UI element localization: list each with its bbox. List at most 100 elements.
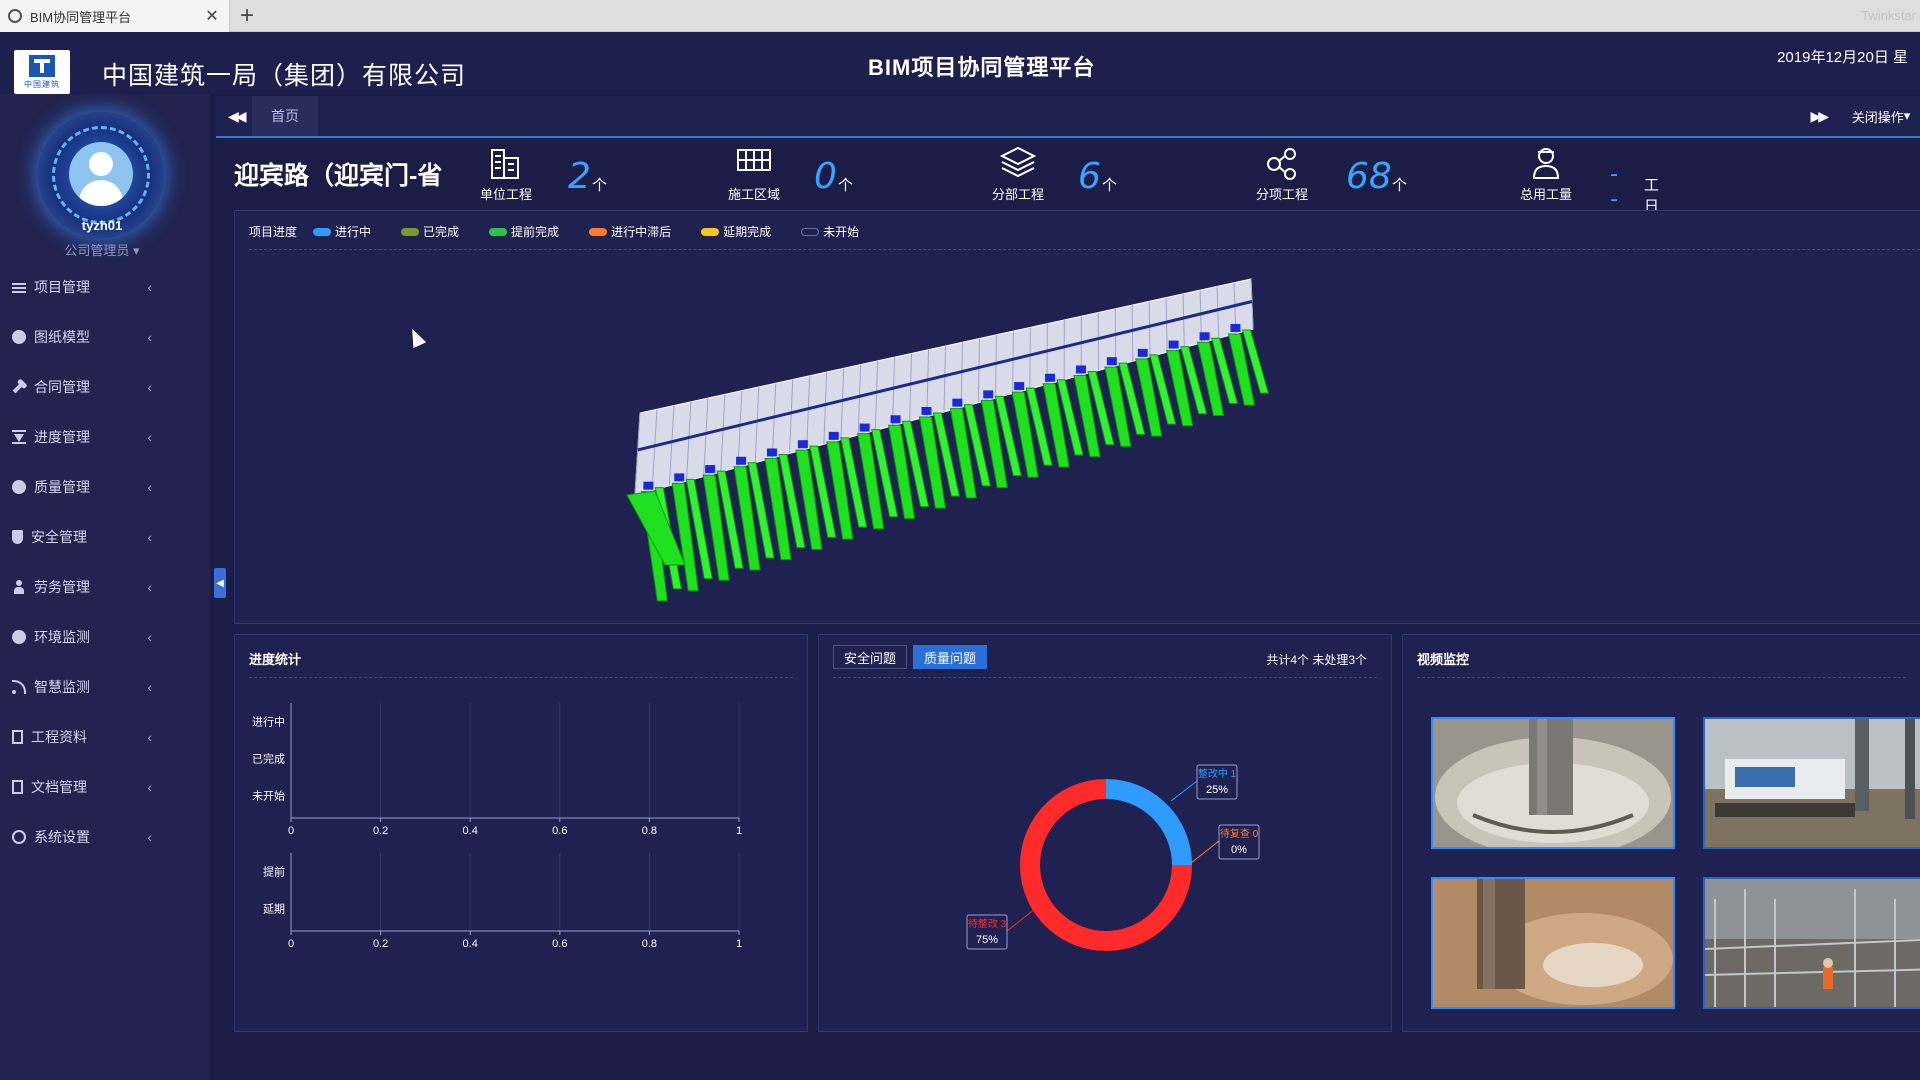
bim-model-panel[interactable]: 项目进度 进行中 已完成 提前完成 进行中滞后 延期完成 未开始	[234, 210, 1920, 624]
close-operations-label: 关闭操作	[1851, 109, 1904, 125]
gear-icon	[12, 480, 26, 494]
issue-tabs: 安全问题 质量问题	[833, 645, 993, 669]
sidebar-item-labor[interactable]: 劳务管理 ‹	[0, 562, 210, 612]
shield-icon	[12, 530, 23, 544]
x-tick-label: 0.6	[552, 938, 567, 950]
video-feed-4[interactable]	[1703, 877, 1920, 1009]
chevron-left-icon: ‹	[147, 379, 152, 395]
x-tick-label: 0.6	[552, 825, 567, 835]
page-tabbar: ◀◀ 首页 ▶▶ 关闭操作 ▾	[216, 96, 1920, 138]
sidebar-item-documents[interactable]: 文档管理 ‹	[0, 762, 210, 812]
sidebar-item-environment[interactable]: 环境监测 ‹	[0, 612, 210, 662]
progress-stats-panel: 进度统计 0 0.2 0.4 0.6 0.8 1 进行中 已完成 未开始 0 0.2 0.4 0.6 0…	[234, 634, 808, 1032]
scroll-right-icon[interactable]: ▶▶	[1810, 108, 1828, 125]
tab-home[interactable]: 首页	[252, 96, 318, 136]
stat-label: 分项工程	[1255, 187, 1308, 202]
pier-cap	[952, 398, 963, 407]
rss-icon	[12, 680, 26, 694]
x-tick-label: 0.4	[463, 825, 478, 835]
worker-icon	[1532, 148, 1560, 179]
sidebar-item-project[interactable]: 项目管理 ‹	[0, 262, 210, 312]
pier-cap	[828, 431, 839, 440]
caret-left-icon: ◀	[216, 577, 224, 589]
x-tick-label: 0.4	[463, 938, 478, 950]
sidebar-item-label: 工程资料	[31, 729, 87, 745]
caret-down-icon: ▾	[1903, 108, 1911, 123]
document-icon	[12, 780, 23, 794]
close-operations-dropdown[interactable]: 关闭操作 ▾	[1842, 96, 1920, 136]
chevron-left-icon: ‹	[147, 829, 152, 845]
cube-icon	[12, 330, 26, 344]
browser-tab[interactable]: BIM协同管理平台 ✕	[0, 0, 230, 32]
sidebar-item-label: 合同管理	[34, 379, 90, 395]
sidebar-collapse-handle[interactable]: ◀	[214, 568, 226, 598]
pier-cap	[1045, 373, 1056, 382]
browser-brand: Twinkstar	[1861, 8, 1916, 23]
stat-value: 6	[1078, 156, 1101, 197]
issue-summary: 共计4个 未处理3个	[1266, 653, 1367, 667]
tab-quality-issues[interactable]: 质量问题	[913, 645, 988, 669]
sidebar-item-label: 劳务管理	[34, 579, 90, 595]
stat-unit: 个	[838, 177, 854, 194]
x-tick-label: 0	[288, 938, 294, 950]
sidebar-item-contract[interactable]: 合同管理 ‹	[0, 362, 210, 412]
globe-icon	[12, 630, 26, 644]
chevron-left-icon: ‹	[147, 679, 152, 695]
video-feed-1[interactable]	[1431, 717, 1675, 849]
x-tick-label: 1	[736, 825, 742, 835]
pier-cap	[890, 415, 901, 424]
pile-drilling-thumbnail	[1433, 719, 1673, 847]
casing-pile-thumbnail	[1433, 879, 1673, 1007]
progress-status-chart: 0 0.2 0.4 0.6 0.8 1 进行中已完成未开始	[252, 703, 742, 835]
video-feed-2[interactable]	[1703, 717, 1920, 849]
callout-percent: 0%	[1231, 844, 1247, 856]
sidebar-item-engineering-docs[interactable]: 工程资料 ‹	[0, 712, 210, 762]
tab-safety-issues[interactable]: 安全问题	[833, 645, 908, 669]
panel-title: 进度统计	[249, 652, 302, 667]
sidebar-item-label: 智慧监测	[34, 679, 90, 695]
scroll-left-icon[interactable]: ◀◀	[228, 108, 246, 125]
sidebar-item-label: 图纸模型	[34, 329, 90, 345]
video-feed-3[interactable]	[1431, 877, 1675, 1009]
bim-3d-model[interactable]	[235, 211, 1920, 625]
user-role-label: 公司管理员	[64, 243, 130, 258]
pier-cap	[797, 440, 808, 449]
user-role-dropdown[interactable]: 公司管理员 ▾	[0, 240, 204, 259]
new-tab-button[interactable]: +	[240, 2, 254, 30]
callout-percent: 25%	[1206, 784, 1228, 796]
fence-icon	[737, 149, 771, 171]
pier-cap	[705, 465, 716, 474]
sidebar-item-safety[interactable]: 安全管理 ‹	[0, 512, 210, 562]
chevron-left-icon: ‹	[147, 279, 152, 295]
y-category-label: 已完成	[252, 752, 285, 766]
panel-divider	[249, 677, 793, 678]
y-category-label: 进行中	[252, 716, 285, 729]
early-late-chart: 0 0.2 0.4 0.6 0.8 1 提前延期	[263, 853, 742, 950]
x-tick-label: 0.2	[373, 825, 388, 835]
sidebar-item-label: 文档管理	[31, 779, 87, 795]
browser-toolbar: BIM协同管理平台 ✕ + Twinkstar	[0, 0, 1920, 32]
stat-value: 0	[814, 156, 837, 197]
username: tyzh01	[81, 218, 123, 233]
platform-title: BIM项目协同管理平台	[868, 55, 1096, 80]
sidebar-item-schedule[interactable]: 进度管理 ‹	[0, 412, 210, 462]
donut-callout: 待复查 0 0%	[1190, 824, 1260, 864]
project-name: 迎宾路（迎宾门-省	[234, 162, 443, 190]
stat-label: 分部工程	[991, 187, 1044, 202]
sidebar-item-smart-monitor[interactable]: 智慧监测 ‹	[0, 662, 210, 712]
logo-icon	[29, 54, 55, 77]
video-monitor-panel: 视频监控	[1402, 634, 1920, 1032]
pier-cap	[1168, 340, 1179, 349]
layers-icon	[999, 146, 1037, 178]
sidebar-item-settings[interactable]: 系统设置 ‹	[0, 812, 210, 862]
pier-cap	[983, 390, 994, 399]
favicon-icon	[8, 9, 22, 23]
sidebar-item-drawings[interactable]: 图纸模型 ‹	[0, 312, 210, 362]
sidebar-item-quality[interactable]: 质量管理 ‹	[0, 462, 210, 512]
chevron-left-icon: ‹	[147, 329, 152, 345]
pier-cap	[1014, 382, 1025, 391]
panel-divider	[833, 677, 1377, 678]
close-tab-icon[interactable]: ✕	[203, 6, 221, 26]
callout-leader	[1170, 780, 1198, 802]
power-icon	[12, 830, 26, 844]
